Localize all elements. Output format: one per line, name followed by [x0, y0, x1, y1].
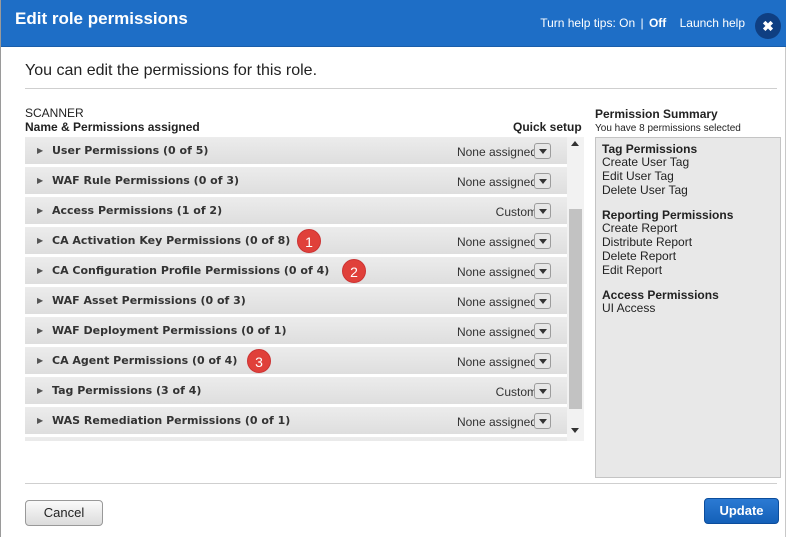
permission-row[interactable]: ▶ Tag Permissions (3 of 4) Custom	[25, 377, 567, 405]
scroll-up-arrow-icon[interactable]	[571, 141, 579, 146]
summary-group-heading: Reporting Permissions	[602, 208, 734, 222]
dialog-subtitle: You can edit the permissions for this ro…	[25, 62, 318, 79]
quick-setup-value: None assigned	[456, 355, 537, 369]
list-scrollbar[interactable]	[567, 137, 584, 441]
expand-arrow-icon[interactable]: ▶	[37, 386, 43, 395]
permission-label: User Permissions (0 of 5)	[52, 144, 209, 157]
expand-arrow-icon[interactable]: ▶	[37, 296, 43, 305]
annotation-badge-3: 3	[247, 349, 271, 373]
expand-arrow-icon[interactable]: ▶	[37, 326, 43, 335]
permission-label: CA Activation Key Permissions (0 of 8)	[52, 234, 291, 247]
chevron-down-icon[interactable]	[534, 263, 551, 279]
chevron-down-icon[interactable]	[534, 383, 551, 399]
summary-subtitle: You have 8 permissions selected	[595, 123, 741, 134]
scroll-down-arrow-icon[interactable]	[571, 428, 579, 433]
permission-row[interactable]: ▶ WAS Remediation Permissions (0 of 1) N…	[25, 407, 567, 435]
divider	[25, 88, 777, 89]
quick-setup-value: None assigned	[456, 175, 537, 189]
dialog-title: Edit role permissions	[15, 9, 188, 28]
role-name: SCANNER	[25, 106, 84, 120]
permission-label: CA Agent Permissions (0 of 4)	[52, 354, 238, 367]
expand-arrow-icon[interactable]: ▶	[37, 146, 43, 155]
chevron-down-icon[interactable]	[534, 233, 551, 249]
permission-row[interactable]: ▶ WAF Asset Permissions (0 of 3) None as…	[25, 287, 567, 315]
permission-label: WAF Rule Permissions (0 of 3)	[52, 174, 240, 187]
summary-title: Permission Summary	[595, 107, 718, 121]
quick-setup-value: None assigned	[456, 295, 537, 309]
permission-label: WAF Deployment Permissions (0 of 1)	[52, 324, 287, 337]
chevron-down-icon[interactable]	[534, 173, 551, 189]
summary-item: Create User Tag	[602, 155, 690, 169]
permission-row[interactable]: ▶ User Permissions (0 of 5) None assigne…	[25, 137, 567, 165]
edit-role-dialog: Edit role permissions Turn help tips: On…	[0, 0, 786, 537]
permission-label: CA Configuration Profile Permissions (0 …	[52, 264, 330, 277]
chevron-down-icon[interactable]	[534, 293, 551, 309]
summary-item: Delete User Tag	[602, 183, 688, 197]
annotation-badge-2: 2	[342, 259, 366, 283]
summary-item: Edit Report	[602, 263, 663, 277]
annotation-badge-1: 1	[297, 229, 321, 253]
summary-item: Edit User Tag	[602, 169, 674, 183]
summary-item: Create Report	[602, 221, 678, 235]
expand-arrow-icon[interactable]: ▶	[37, 176, 43, 185]
summary-group: Reporting Permissions Create Report Dist…	[602, 209, 774, 277]
summary-group-heading: Access Permissions	[602, 288, 719, 302]
chevron-down-icon[interactable]	[534, 143, 551, 159]
permission-label: Tag Permissions (3 of 4)	[52, 384, 202, 397]
help-tips-off-link[interactable]: Off	[649, 16, 666, 30]
permission-summary-box: Tag Permissions Create User Tag Edit Use…	[595, 137, 781, 478]
expand-arrow-icon[interactable]: ▶	[37, 416, 43, 425]
chevron-down-icon[interactable]	[534, 323, 551, 339]
quick-setup-value: None assigned	[456, 235, 537, 249]
summary-group: Access Permissions UI Access	[602, 289, 774, 315]
quick-setup-value: None assigned	[456, 145, 537, 159]
summary-item: Distribute Report	[602, 235, 693, 249]
permission-row[interactable]: ▶ WAF Rule Permissions (0 of 3) None ass…	[25, 167, 567, 195]
summary-group-heading: Tag Permissions	[602, 142, 698, 156]
footer-divider	[25, 483, 777, 484]
quick-setup-value: None assigned	[456, 325, 537, 339]
summary-item: UI Access	[602, 301, 656, 315]
expand-arrow-icon[interactable]: ▶	[37, 356, 43, 365]
column-header-name: Name & Permissions assigned	[25, 120, 200, 134]
chevron-down-icon[interactable]	[534, 203, 551, 219]
help-separator: |	[640, 16, 644, 30]
launch-help-link[interactable]: Launch help	[680, 16, 745, 30]
permission-row[interactable]: ▶ CA Agent Permissions (0 of 4) None ass…	[25, 347, 567, 375]
expand-arrow-icon[interactable]: ▶	[37, 206, 43, 215]
permission-row[interactable]: ▶ CA Activation Key Permissions (0 of 8)…	[25, 227, 567, 255]
permission-row[interactable]: ▶ CA Configuration Profile Permissions (…	[25, 257, 567, 285]
quick-setup-value: None assigned	[456, 415, 537, 429]
column-header-quick-setup: Quick setup	[513, 120, 582, 134]
cancel-button[interactable]: Cancel	[25, 500, 103, 526]
permission-label: Access Permissions (1 of 2)	[52, 204, 223, 217]
permission-row[interactable]: ▶ Access Permissions (1 of 2) Custom	[25, 197, 567, 225]
quick-setup-value: Custom	[495, 385, 537, 399]
expand-arrow-icon[interactable]: ▶	[37, 236, 43, 245]
help-controls: Turn help tips: On | Off Launch help	[540, 16, 745, 30]
dialog-titlebar: Edit role permissions Turn help tips: On…	[1, 0, 786, 47]
permission-row-partial	[25, 437, 567, 441]
permissions-list: ▶ User Permissions (0 of 5) None assigne…	[25, 137, 567, 441]
update-button[interactable]: Update	[704, 498, 779, 524]
summary-group: Tag Permissions Create User Tag Edit Use…	[602, 143, 774, 197]
quick-setup-value: Custom	[495, 205, 537, 219]
chevron-down-icon[interactable]	[534, 413, 551, 429]
help-tips-on-link[interactable]: Turn help tips: On	[540, 16, 635, 30]
scroll-thumb[interactable]	[569, 209, 582, 409]
chevron-down-icon[interactable]	[534, 353, 551, 369]
permission-label: WAF Asset Permissions (0 of 3)	[52, 294, 246, 307]
permission-row[interactable]: ▶ WAF Deployment Permissions (0 of 1) No…	[25, 317, 567, 345]
close-icon[interactable]: ✖	[755, 13, 781, 39]
quick-setup-value: None assigned	[456, 265, 537, 279]
permission-label: WAS Remediation Permissions (0 of 1)	[52, 414, 291, 427]
expand-arrow-icon[interactable]: ▶	[37, 266, 43, 275]
summary-item: Delete Report	[602, 249, 677, 263]
